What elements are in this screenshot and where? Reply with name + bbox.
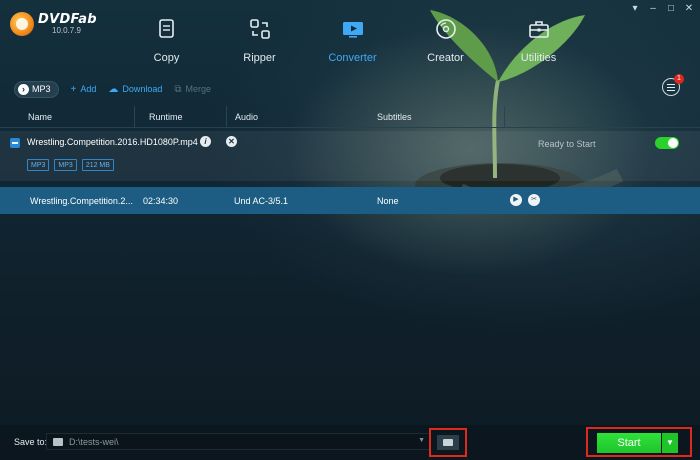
merge-icon: ⧉ xyxy=(174,83,182,95)
open-folder-icon xyxy=(443,439,453,446)
merge-label: Merge xyxy=(185,84,212,94)
size-tag: 212 MB xyxy=(81,159,114,171)
start-options-chevron-icon[interactable]: ▼ xyxy=(662,433,678,453)
bottom-bar: Save to: D:\tests-wei\ ▼ Start ▼ xyxy=(0,425,700,460)
enable-toggle[interactable] xyxy=(655,137,679,149)
app-logo: DVDFab 10.0.7.9 xyxy=(10,12,97,36)
dvdfab-window: ▾ – □ ✕ DVDFab 10.0.7.9 Copy Ripper Conv… xyxy=(0,0,700,460)
nav-copy-label: Copy xyxy=(153,52,180,64)
column-header-subtitles: Subtitles xyxy=(369,106,505,128)
info-icon[interactable]: i xyxy=(200,136,211,147)
audio-tag[interactable]: MP3 xyxy=(54,159,77,171)
nav-converter-label: Converter xyxy=(328,52,377,64)
status-text: Ready to Start xyxy=(538,139,596,149)
play-icon[interactable]: ▶ xyxy=(510,194,522,206)
download-button[interactable]: ☁ Download xyxy=(108,84,162,95)
creator-disc-icon xyxy=(435,19,456,39)
cloud-download-icon: ☁ xyxy=(108,83,119,95)
menu-line-icon xyxy=(667,83,675,85)
table-header: Name Runtime Audio Subtitles xyxy=(0,106,700,128)
output-path-value: D:\tests-wei\ xyxy=(69,436,119,447)
column-header-name: Name xyxy=(0,106,135,128)
trim-icon[interactable]: ✂ xyxy=(528,194,540,206)
download-label: Download xyxy=(122,84,163,94)
title-runtime: 02:34:30 xyxy=(143,196,179,206)
toolbox-icon xyxy=(528,21,549,38)
format-tag[interactable]: MP3 xyxy=(27,159,50,171)
source-file-row[interactable]: Wrestling.Competition.2016.HD1080P.mp4 i… xyxy=(0,131,700,181)
profile-label: MP3 xyxy=(32,84,51,94)
nav-ripper-label: Ripper xyxy=(243,52,276,64)
collapse-icon[interactable] xyxy=(10,138,20,148)
arrow-right-icon: › xyxy=(18,83,29,95)
close-window-icon[interactable]: ✕ xyxy=(684,4,694,14)
nav-creator-label: Creator xyxy=(427,52,464,64)
title-audio[interactable]: Und AC-3/5.1 xyxy=(234,196,288,206)
browse-highlight xyxy=(429,428,467,457)
minimize-icon[interactable]: – xyxy=(648,4,658,14)
title-subtitles[interactable]: None xyxy=(377,196,399,206)
maximize-icon[interactable]: □ xyxy=(666,4,676,14)
save-to-label: Save to: xyxy=(14,437,48,447)
browse-folder-button[interactable] xyxy=(437,435,459,450)
nav-copy[interactable]: Copy xyxy=(120,18,213,64)
nav-utilities[interactable]: Utilities xyxy=(492,18,585,64)
app-version: 10.0.7.9 xyxy=(52,26,81,35)
file-tags: MP3 MP3 212 MB xyxy=(27,159,114,171)
profile-selector-button[interactable]: › MP3 xyxy=(14,80,59,98)
add-label: Add xyxy=(80,84,97,94)
folder-icon xyxy=(53,437,63,446)
add-button[interactable]: + Add xyxy=(71,84,97,95)
remove-file-icon[interactable]: ✕ xyxy=(226,136,237,147)
plus-icon: + xyxy=(70,83,77,95)
nav-creator[interactable]: Creator xyxy=(399,18,492,64)
task-menu-button[interactable]: 1 xyxy=(662,74,684,96)
settings-caret-icon[interactable]: ▾ xyxy=(630,4,640,14)
nav-ripper[interactable]: Ripper xyxy=(213,18,306,64)
module-nav: Copy Ripper Converter Creator Utilities xyxy=(120,18,585,64)
output-path-field[interactable]: D:\tests-wei\ ▼ xyxy=(46,433,430,450)
merge-button[interactable]: ⧉ Merge xyxy=(174,84,211,95)
dvdfab-logo-icon xyxy=(10,12,34,36)
column-header-audio: Audio xyxy=(227,106,369,128)
source-file-name: Wrestling.Competition.2016.HD1080P.mp4 xyxy=(27,137,198,147)
start-button[interactable]: Start xyxy=(597,433,661,453)
title-name: Wrestling.Competition.2... xyxy=(30,196,133,206)
notification-badge: 1 xyxy=(674,74,684,84)
toolbar: › MP3 + Add ☁ Download ⧉ Merge xyxy=(14,80,211,98)
window-controls: ▾ – □ ✕ xyxy=(630,4,694,14)
ripper-icon xyxy=(249,19,270,39)
nav-converter[interactable]: Converter xyxy=(306,18,399,64)
title-row[interactable]: Wrestling.Competition.2... 02:34:30 Und … xyxy=(0,187,700,214)
column-header-runtime: Runtime xyxy=(135,106,227,128)
logo-name: DVDFab xyxy=(38,12,97,27)
start-highlight: Start ▼ xyxy=(586,427,692,457)
copy-icon xyxy=(158,19,174,38)
chevron-down-icon[interactable]: ▼ xyxy=(418,437,425,444)
converter-icon xyxy=(342,22,363,38)
nav-utilities-label: Utilities xyxy=(520,52,557,64)
